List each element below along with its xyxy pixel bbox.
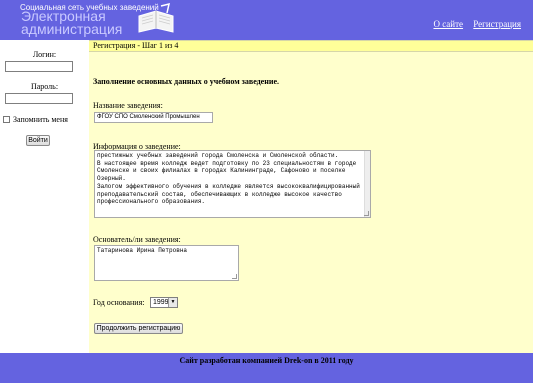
info-textarea[interactable]: престижных учебных заведений города Смол…	[94, 150, 371, 218]
password-input[interactable]	[5, 93, 73, 104]
year-selected-value: 1999	[153, 299, 169, 306]
form-heading: Заполнение основных данных о учебном зав…	[93, 77, 280, 86]
name-input[interactable]: ФГОУ СПО Смоленский Промышлен	[94, 112, 213, 123]
founder-textarea[interactable]: Татаринова Ирина Петровна	[94, 245, 239, 281]
site-header: Социальная сеть учебных заведений Электр…	[0, 0, 533, 40]
site-footer: Сайт разработан компанией Drek-on в 2011…	[0, 353, 533, 383]
continue-registration-button[interactable]: Продолжить регистрацию	[94, 323, 183, 334]
founder-text: Татаринова Ирина Петровна	[97, 247, 188, 254]
login-label: Логин:	[32, 50, 57, 59]
info-text: престижных учебных заведений города Смол…	[97, 152, 360, 206]
remember-me-label: Запомнить меня	[13, 115, 68, 124]
login-input[interactable]	[5, 61, 73, 72]
founder-resize-grip[interactable]	[232, 274, 237, 279]
resize-grip[interactable]	[364, 211, 369, 216]
year-label: Год основания:	[93, 298, 145, 307]
top-nav: О сайте Регистрация	[425, 19, 521, 29]
registration-form: Регистрация - Шаг 1 из 4 Заполнение осно…	[89, 40, 533, 353]
founder-label: Основатель/ли заведения:	[93, 235, 181, 244]
footer-text: Сайт разработан компанией Drek-on в 2011…	[179, 356, 354, 365]
login-sidebar: Логин: Пароль: Запомнить меня Войти	[0, 40, 89, 353]
remember-me-checkbox[interactable]	[3, 116, 10, 123]
name-label: Название заведения:	[93, 101, 163, 110]
step-title: Регистрация - Шаг 1 из 4	[89, 40, 533, 52]
login-button[interactable]: Войти	[26, 135, 50, 146]
nav-link-about[interactable]: О сайте	[433, 19, 463, 29]
info-scrollbar[interactable]	[364, 151, 370, 217]
book-icon	[138, 2, 174, 33]
password-label: Пароль:	[30, 82, 59, 91]
remember-me[interactable]: Запомнить меня	[3, 115, 68, 124]
nav-link-registration[interactable]: Регистрация	[473, 19, 521, 29]
chevron-down-icon[interactable]: ▼	[168, 298, 177, 307]
year-select[interactable]: 1999 ▼	[150, 297, 178, 308]
